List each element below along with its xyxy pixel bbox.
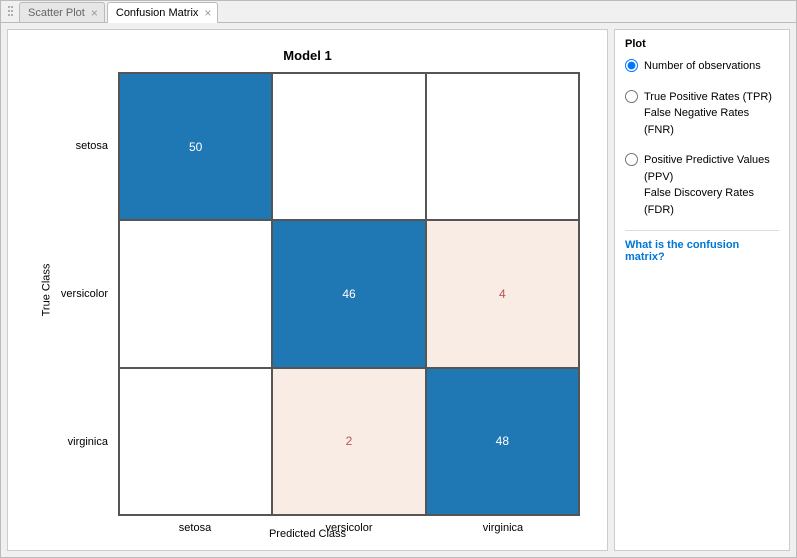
tab-scatter-plot[interactable]: Scatter Plot × xyxy=(19,2,105,22)
radio-input[interactable] xyxy=(625,90,638,103)
plot-options-group: Number of observations True Positive Rat… xyxy=(625,58,779,218)
side-panel-heading: Plot xyxy=(625,38,779,50)
plot-panel: Model 1 True Class Predicted Class setos… xyxy=(7,29,608,551)
matrix-grid: 50 46 4 2 48 xyxy=(118,72,580,516)
x-tick-label: setosa xyxy=(118,522,272,534)
confusion-matrix-chart: Model 1 True Class Predicted Class setos… xyxy=(8,30,607,550)
chart-title: Model 1 xyxy=(8,48,607,63)
radio-label: Number of observations xyxy=(644,58,761,75)
matrix-cell xyxy=(272,73,425,220)
radio-label: True Positive Rates (TPR)False Negative … xyxy=(644,89,779,139)
radio-input[interactable] xyxy=(625,153,638,166)
radio-option[interactable]: True Positive Rates (TPR)False Negative … xyxy=(625,89,779,139)
y-tick-label: versicolor xyxy=(48,288,108,300)
side-panel: Plot Number of observations True Positiv… xyxy=(614,29,790,551)
radio-input[interactable] xyxy=(625,59,638,72)
tab-bar: Scatter Plot × Confusion Matrix × xyxy=(1,1,796,23)
radio-option[interactable]: Positive Predictive Values (PPV)False Di… xyxy=(625,152,779,218)
drag-handle-icon[interactable] xyxy=(7,5,13,19)
y-tick-label: setosa xyxy=(48,140,108,152)
x-tick-label: versicolor xyxy=(272,522,426,534)
radio-label: Positive Predictive Values (PPV)False Di… xyxy=(644,152,779,218)
matrix-cell: 48 xyxy=(426,368,579,515)
matrix-cell xyxy=(119,220,272,367)
tab-confusion-matrix[interactable]: Confusion Matrix × xyxy=(107,2,219,23)
close-icon[interactable]: × xyxy=(204,7,211,19)
matrix-cell: 2 xyxy=(272,368,425,515)
tab-label: Scatter Plot xyxy=(28,7,85,19)
matrix-cell xyxy=(426,73,579,220)
x-tick-label: virginica xyxy=(426,522,580,534)
close-icon[interactable]: × xyxy=(91,7,98,19)
radio-option[interactable]: Number of observations xyxy=(625,58,779,75)
y-tick-label: virginica xyxy=(48,436,108,448)
tab-label: Confusion Matrix xyxy=(116,7,199,19)
content-area: Model 1 True Class Predicted Class setos… xyxy=(1,23,796,557)
matrix-cell xyxy=(119,368,272,515)
matrix-cell: 4 xyxy=(426,220,579,367)
matrix-area: setosa versicolor virginica setosa versi… xyxy=(118,72,580,516)
divider xyxy=(625,230,779,231)
matrix-cell: 46 xyxy=(272,220,425,367)
matrix-cell: 50 xyxy=(119,73,272,220)
app-window: Scatter Plot × Confusion Matrix × Model … xyxy=(0,0,797,558)
help-link[interactable]: What is the confusion matrix? xyxy=(625,239,739,263)
